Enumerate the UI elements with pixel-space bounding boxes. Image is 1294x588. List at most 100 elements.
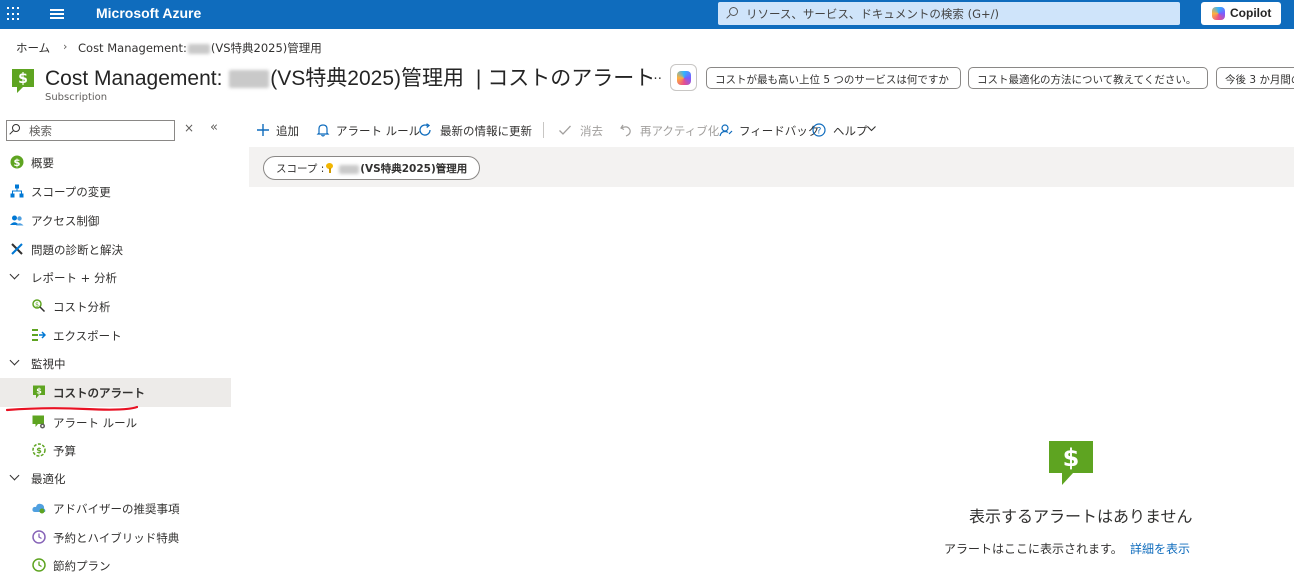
portal-brand[interactable]: Microsoft Azure <box>96 5 201 21</box>
sidebar-group-monitoring[interactable]: 監視中 <box>0 349 231 378</box>
export-icon <box>32 329 46 341</box>
refresh-label: 最新の情報に更新 <box>440 124 532 138</box>
alert-rules-label: アラート ルール <box>336 124 421 138</box>
portal-menu-icon[interactable] <box>50 9 64 19</box>
bell-icon <box>316 124 330 137</box>
search-icon <box>12 124 20 132</box>
cost-alert-icon: $ <box>33 385 45 399</box>
chevron-down-icon <box>9 269 20 280</box>
sidebar-group-label: レポート + 分析 <box>31 271 117 285</box>
app-launcher-icon[interactable] <box>7 7 21 21</box>
page-title-suffix: (VS特典2025)管理用 <box>270 67 464 90</box>
collapse-sidebar-icon[interactable]: « <box>210 120 218 135</box>
copilot-icon <box>677 71 691 85</box>
cost-analysis-icon: $ <box>32 299 46 313</box>
breadcrumb-current[interactable]: Cost Management: (VS特典2025)管理用 <box>78 40 322 56</box>
sidebar-item-savings-plans[interactable]: 節約プラン <box>0 551 231 580</box>
copilot-suggestion-chip[interactable]: 今後 3 か月間の <box>1216 67 1294 89</box>
key-icon <box>326 163 334 173</box>
sidebar-item-reservations[interactable]: 予約とハイブリッド特典 <box>0 523 231 552</box>
copilot-suggestion-chip[interactable]: コスト最適化の方法について教えてください。 <box>968 67 1208 89</box>
sidebar-item-label: 予約とハイブリッド特典 <box>53 531 180 545</box>
search-placeholder: リソース、サービス、ドキュメントの検索 (G+/) <box>746 7 999 21</box>
checkmark-icon <box>559 125 571 135</box>
plus-icon <box>257 124 269 136</box>
budget-icon: $ <box>32 443 46 457</box>
sidebar-item-cost-analysis[interactable]: $ コスト分析 <box>0 292 231 321</box>
sidebar-group-optimization[interactable]: 最適化 <box>0 464 231 493</box>
dismiss-label: 消去 <box>580 124 603 138</box>
help-label: ヘルプ <box>833 124 868 138</box>
wrench-icon <box>11 243 23 255</box>
copilot-icon <box>1212 7 1225 20</box>
reservation-clock-icon <box>32 530 46 544</box>
scope-label: スコープ : <box>276 163 325 175</box>
sidebar-search-input[interactable]: 検索 <box>6 120 175 141</box>
sidebar-item-label: スコープの変更 <box>31 185 111 199</box>
copilot-suggestion-chip[interactable]: コストが最も高い上位 5 つのサービスは何ですか <box>706 67 961 89</box>
sidebar-item-label: 概要 <box>31 156 54 170</box>
reactivate-label: 再アクティブ化 <box>640 124 720 138</box>
breadcrumb-separator-icon: › <box>63 40 68 53</box>
redacted-name <box>339 164 360 174</box>
redacted-name <box>229 70 270 89</box>
sidebar-item-label: アドバイザーの推奨事項 <box>53 502 180 516</box>
sidebar-item-alert-rules[interactable]: アラート ルール <box>0 408 231 437</box>
sidebar-group-label: 最適化 <box>31 472 66 486</box>
resource-type: Subscription <box>45 92 108 103</box>
sidebar-item-exports[interactable]: エクスポート <box>0 321 231 350</box>
global-search-input[interactable]: リソース、サービス、ドキュメントの検索 (G+/) <box>718 2 1180 25</box>
copilot-button[interactable]: Copilot <box>1201 2 1281 25</box>
page-title-prefix: Cost Management: <box>45 67 223 90</box>
search-icon <box>729 7 738 16</box>
sidebar-group-label: 監視中 <box>31 357 66 371</box>
cost-management-icon: $ <box>12 69 34 93</box>
sidebar-item-label: 節約プラン <box>53 559 111 573</box>
chevron-down-icon <box>9 470 20 481</box>
empty-state-subtitle: アラートはここに表示されます。 <box>944 542 1123 556</box>
chevron-down-icon <box>9 355 20 366</box>
scope-pill[interactable]: スコープ : (VS特典2025)管理用 <box>263 156 481 180</box>
redacted-name <box>187 43 210 54</box>
copilot-prompt-button[interactable] <box>670 64 697 91</box>
sidebar-item-change-scope[interactable]: スコープの変更 <box>0 177 231 206</box>
sidebar-item-label: コストのアラート <box>53 386 145 400</box>
sidebar-item-label: アラート ルール <box>53 416 138 430</box>
feedback-icon <box>719 124 733 137</box>
page-title-separator: | <box>475 67 482 90</box>
sidebar-item-advisor[interactable]: アドバイザーの推奨事項 <box>0 494 231 523</box>
sidebar-item-diagnose[interactable]: 問題の診断と解決 <box>0 235 231 264</box>
close-icon[interactable]: × <box>184 121 194 135</box>
svg-text:$: $ <box>35 302 39 309</box>
sidebar-item-label: アクセス制御 <box>31 214 100 228</box>
svg-text:$: $ <box>18 71 28 87</box>
sidebar-item-label: コスト分析 <box>53 300 111 314</box>
empty-state-title: 表示するアラートはありません <box>969 509 1193 526</box>
learn-more-link[interactable]: 詳細を表示 <box>1130 540 1190 557</box>
svg-text:$: $ <box>36 387 42 396</box>
dollar-circle-icon: $ <box>10 155 24 169</box>
breadcrumb-home[interactable]: ホーム <box>16 40 50 56</box>
users-icon <box>10 215 24 226</box>
more-options-icon[interactable]: … <box>649 68 663 83</box>
sidebar-search-placeholder: 検索 <box>29 124 52 138</box>
toolbar-divider <box>543 122 544 138</box>
svg-text:$: $ <box>36 446 42 455</box>
page-title-page: コストのアラート <box>487 67 656 90</box>
refresh-icon <box>419 123 431 136</box>
chevron-down-icon <box>867 122 876 132</box>
sidebar-item-overview[interactable]: $ 概要 <box>0 148 231 177</box>
undo-icon <box>620 124 631 137</box>
breadcrumb-current-prefix: Cost Management: <box>78 41 187 55</box>
hierarchy-icon <box>10 184 24 198</box>
cost-alert-icon: $ <box>1049 441 1093 485</box>
sidebar-item-budgets[interactable]: $ 予算 <box>0 436 231 465</box>
sidebar-item-cost-alerts[interactable]: $ コストのアラート <box>0 378 231 407</box>
advisor-cloud-icon <box>32 503 46 514</box>
svg-text:?: ? <box>817 127 822 137</box>
sidebar-item-access-control[interactable]: アクセス制御 <box>0 206 231 235</box>
help-icon: ? <box>812 123 826 137</box>
sidebar-group-reports[interactable]: レポート + 分析 <box>0 263 231 292</box>
add-label: 追加 <box>276 124 299 138</box>
svg-text:$: $ <box>1063 444 1080 472</box>
